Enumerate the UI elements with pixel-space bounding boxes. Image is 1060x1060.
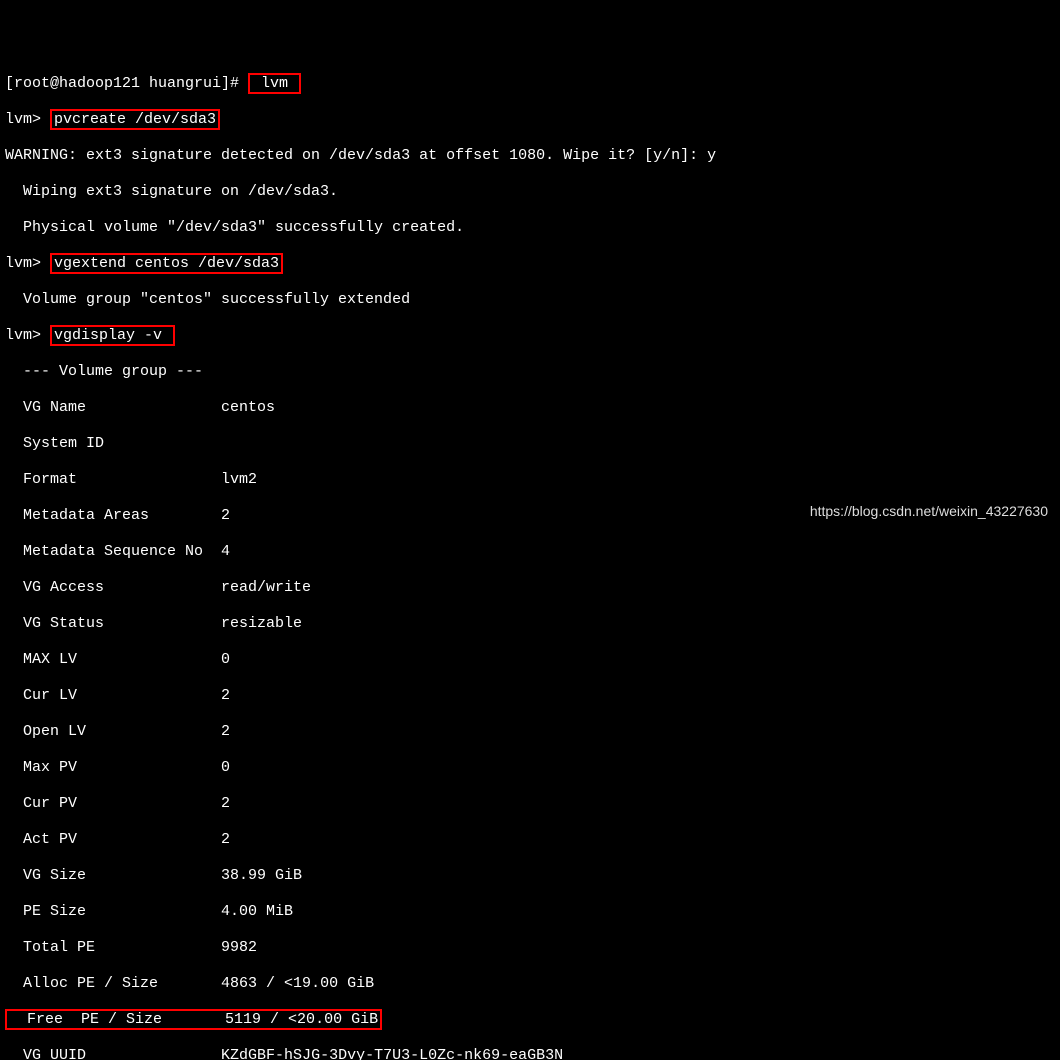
- key: System ID: [5, 435, 212, 452]
- shell-prompt: [root@hadoop121 huangrui]#: [5, 75, 248, 92]
- key: Act PV: [5, 831, 212, 848]
- row-alloc-pe: Alloc PE / Size 4863 / <19.00 GiB: [5, 975, 1055, 993]
- key: MAX LV: [5, 651, 212, 668]
- shell-prompt-line: [root@hadoop121 huangrui]# lvm: [5, 75, 1055, 93]
- row-vg-size: VG Size 38.99 GiB: [5, 867, 1055, 885]
- key: VG Name: [5, 399, 212, 416]
- key: Max PV: [5, 759, 212, 776]
- key: Free PE / Size: [9, 1011, 216, 1028]
- lvm-prompt: lvm>: [5, 255, 50, 272]
- cmd-lvm: lvm: [248, 73, 301, 94]
- val: 5119 / <20.00 GiB: [216, 1011, 378, 1028]
- key: Metadata Sequence No: [5, 543, 212, 560]
- val: 2: [212, 795, 230, 812]
- row-pe-size: PE Size 4.00 MiB: [5, 903, 1055, 921]
- vg-extended-line: Volume group "centos" successfully exten…: [5, 291, 1055, 309]
- val: KZdGBF-hSJG-3Dvy-T7U3-L0Zc-nk69-eaGB3N: [212, 1047, 563, 1060]
- wiping-line: Wiping ext3 signature on /dev/sda3.: [5, 183, 1055, 201]
- key: VG Access: [5, 579, 212, 596]
- val: resizable: [212, 615, 302, 632]
- key: Cur LV: [5, 687, 212, 704]
- key: VG Size: [5, 867, 212, 884]
- row-format: Format lvm2: [5, 471, 1055, 489]
- watermark: https://blog.csdn.net/weixin_43227630: [810, 503, 1048, 520]
- cmd-pvcreate: pvcreate /dev/sda3: [50, 109, 220, 130]
- val: 2: [212, 687, 230, 704]
- val: 0: [212, 651, 230, 668]
- key: PE Size: [5, 903, 212, 920]
- key: VG UUID: [5, 1047, 212, 1060]
- warning-line: WARNING: ext3 signature detected on /dev…: [5, 147, 1055, 165]
- key: Open LV: [5, 723, 212, 740]
- key: VG Status: [5, 615, 212, 632]
- key: Total PE: [5, 939, 212, 956]
- key: Metadata Areas: [5, 507, 212, 524]
- val: read/write: [212, 579, 311, 596]
- cmd-vgdisplay: vgdisplay -v: [50, 325, 175, 346]
- row-total-pe: Total PE 9982: [5, 939, 1055, 957]
- row-vg-uuid: VG UUID KZdGBF-hSJG-3Dvy-T7U3-L0Zc-nk69-…: [5, 1047, 1055, 1060]
- val: 4.00 MiB: [212, 903, 293, 920]
- row-cur-lv: Cur LV 2: [5, 687, 1055, 705]
- row-vg-status: VG Status resizable: [5, 615, 1055, 633]
- row-vg-name: VG Name centos: [5, 399, 1055, 417]
- val: 2: [212, 507, 230, 524]
- free-pe-highlight: Free PE / Size 5119 / <20.00 GiB: [5, 1009, 382, 1030]
- key: Alloc PE / Size: [5, 975, 212, 992]
- row-system-id: System ID: [5, 435, 1055, 453]
- val: 2: [212, 723, 230, 740]
- val: lvm2: [212, 471, 257, 488]
- row-open-lv: Open LV 2: [5, 723, 1055, 741]
- pv-created-line: Physical volume "/dev/sda3" successfully…: [5, 219, 1055, 237]
- key: Format: [5, 471, 212, 488]
- lvm-prompt: lvm>: [5, 327, 50, 344]
- row-free-pe: Free PE / Size 5119 / <20.00 GiB: [5, 1011, 1055, 1029]
- row-act-pv: Act PV 2: [5, 831, 1055, 849]
- cmd-vgextend: vgextend centos /dev/sda3: [50, 253, 283, 274]
- val: 38.99 GiB: [212, 867, 302, 884]
- vg-header: --- Volume group ---: [5, 363, 1055, 381]
- lvm-line-pvcreate: lvm> pvcreate /dev/sda3: [5, 111, 1055, 129]
- row-vg-access: VG Access read/write: [5, 579, 1055, 597]
- lvm-line-vgextend: lvm> vgextend centos /dev/sda3: [5, 255, 1055, 273]
- row-max-lv: MAX LV 0: [5, 651, 1055, 669]
- row-meta-seq: Metadata Sequence No 4: [5, 543, 1055, 561]
- lvm-prompt: lvm>: [5, 111, 50, 128]
- lvm-line-vgdisplay: lvm> vgdisplay -v: [5, 327, 1055, 345]
- val: 4: [212, 543, 230, 560]
- row-max-pv: Max PV 0: [5, 759, 1055, 777]
- val: centos: [212, 399, 275, 416]
- val: 4863 / <19.00 GiB: [212, 975, 374, 992]
- key: Cur PV: [5, 795, 212, 812]
- val: 9982: [212, 939, 257, 956]
- val: 2: [212, 831, 230, 848]
- val: 0: [212, 759, 230, 776]
- row-cur-pv: Cur PV 2: [5, 795, 1055, 813]
